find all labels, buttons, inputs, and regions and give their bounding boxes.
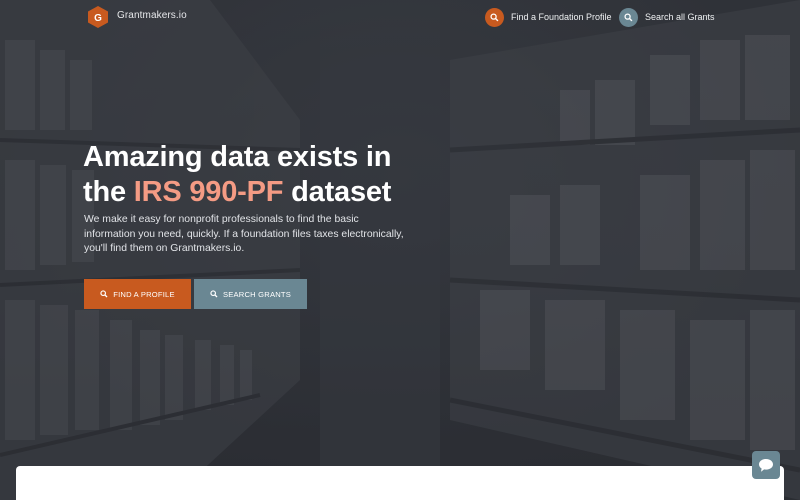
nav-find-foundation-profile[interactable]: Find a Foundation Profile: [485, 7, 612, 27]
brand-name[interactable]: Grantmakers.io: [117, 10, 187, 21]
search-grants-button[interactable]: SEARCH GRANTS: [194, 279, 307, 309]
search-icon: [619, 7, 638, 27]
nav-find-foundation-profile-label: Find a Foundation Profile: [511, 12, 612, 22]
search-icon: [210, 290, 218, 298]
chat-icon: [759, 458, 773, 472]
nav-search-all-grants[interactable]: Search all Grants: [619, 7, 715, 27]
search-icon: [485, 7, 504, 27]
content-card: [16, 466, 784, 500]
hero-headline-accent: IRS 990-PF: [133, 176, 284, 208]
svg-text:G: G: [94, 13, 102, 24]
find-a-profile-label: FIND A PROFILE: [113, 289, 175, 299]
hero-headline-post: dataset: [283, 176, 392, 208]
hero-headline-line1: Amazing data exists in: [83, 141, 392, 173]
hero-description: We make it easy for nonprofit profession…: [84, 214, 404, 255]
hero-headline-pre: the: [83, 176, 134, 208]
find-a-profile-button[interactable]: FIND A PROFILE: [84, 279, 191, 309]
hero-headline: Amazing data exists in the IRS 990-PF da…: [83, 140, 503, 210]
search-grants-label: SEARCH GRANTS: [223, 289, 291, 299]
nav-search-all-grants-label: Search all Grants: [645, 12, 715, 22]
search-icon: [100, 290, 108, 298]
chat-button[interactable]: [752, 451, 780, 479]
grantmakers-logo-icon[interactable]: G: [88, 6, 108, 28]
